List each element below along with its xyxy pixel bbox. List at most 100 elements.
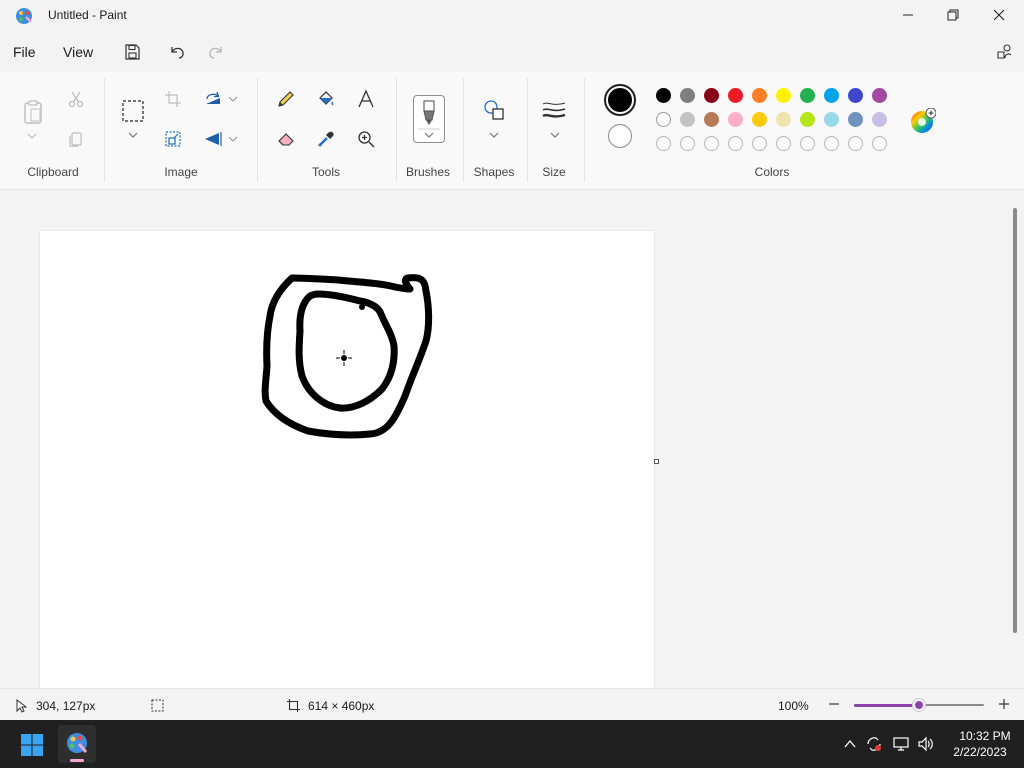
color-swatch[interactable] xyxy=(704,112,719,127)
menu-file[interactable]: File xyxy=(13,44,36,60)
window-title: Untitled - Paint xyxy=(48,8,127,22)
restore-icon xyxy=(947,9,959,21)
size-button[interactable] xyxy=(542,98,566,122)
color-swatch[interactable] xyxy=(776,88,791,103)
size-dropdown-icon[interactable] xyxy=(550,130,560,140)
undo-button[interactable] xyxy=(165,40,189,64)
crop-button[interactable] xyxy=(161,87,185,111)
save-button[interactable] xyxy=(120,40,144,64)
color-swatch[interactable] xyxy=(848,88,863,103)
custom-color-slot[interactable] xyxy=(824,136,839,151)
restore-button[interactable] xyxy=(930,0,976,30)
resize-icon xyxy=(165,131,181,147)
title-bar: Untitled - Paint xyxy=(0,0,1024,32)
shapes-button[interactable] xyxy=(482,98,506,122)
paste-button[interactable] xyxy=(20,98,46,126)
edit-colors-button[interactable] xyxy=(910,107,937,133)
zoom-slider-fill xyxy=(854,703,915,707)
color-swatch[interactable] xyxy=(704,88,719,103)
cut-icon xyxy=(68,91,84,108)
eraser-button[interactable] xyxy=(274,127,298,151)
color-swatch[interactable] xyxy=(800,88,815,103)
secondary-color-button[interactable] xyxy=(608,124,632,148)
cursor-position: 304, 127px xyxy=(36,699,96,713)
resize-button[interactable] xyxy=(161,127,185,151)
taskbar-date[interactable]: 2/22/2023 xyxy=(947,745,1013,759)
custom-color-slot[interactable] xyxy=(728,136,743,151)
color-swatch[interactable] xyxy=(824,88,839,103)
custom-color-slot[interactable] xyxy=(872,136,887,151)
custom-color-slot[interactable] xyxy=(656,136,671,151)
paste-icon xyxy=(24,100,42,124)
drawing-canvas[interactable] xyxy=(40,231,654,691)
color-swatch[interactable] xyxy=(872,112,887,127)
color-swatch[interactable] xyxy=(656,88,671,103)
color-swatch[interactable] xyxy=(848,112,863,127)
fill-button[interactable] xyxy=(314,87,338,111)
color-swatch[interactable] xyxy=(872,88,887,103)
canvas-workspace xyxy=(0,190,1024,691)
start-button[interactable] xyxy=(20,733,44,757)
paste-dropdown-icon[interactable] xyxy=(27,131,37,141)
close-button[interactable] xyxy=(976,0,1022,30)
taskbar-paint-button[interactable] xyxy=(58,725,96,763)
color-swatch[interactable] xyxy=(656,112,671,127)
color-swatch[interactable] xyxy=(680,88,695,103)
custom-color-slot[interactable] xyxy=(752,136,767,151)
custom-color-slot[interactable] xyxy=(704,136,719,151)
flip-button[interactable] xyxy=(201,127,225,151)
flip-icon xyxy=(205,132,222,146)
rotate-dropdown-icon[interactable] xyxy=(228,94,238,104)
pencil-icon xyxy=(278,91,294,107)
custom-color-slot[interactable] xyxy=(800,136,815,151)
volume-button[interactable] xyxy=(917,735,935,753)
text-button[interactable] xyxy=(354,87,378,111)
color-swatch[interactable] xyxy=(728,88,743,103)
copy-button[interactable] xyxy=(64,127,88,151)
account-button[interactable] xyxy=(992,40,1016,64)
custom-color-slot[interactable] xyxy=(680,136,695,151)
brushes-button[interactable] xyxy=(413,95,445,143)
shapes-dropdown-icon[interactable] xyxy=(489,130,499,140)
show-hidden-icons-button[interactable] xyxy=(843,737,857,751)
color-swatch[interactable] xyxy=(680,112,695,127)
zoom-slider-track[interactable] xyxy=(854,699,984,711)
menu-view[interactable]: View xyxy=(63,44,93,60)
canvas-resize-handle-right[interactable] xyxy=(654,459,659,464)
color-swatch[interactable] xyxy=(824,112,839,127)
ribbon-separator xyxy=(104,78,105,182)
canvas-drawing xyxy=(261,274,433,439)
active-app-indicator xyxy=(70,759,84,762)
plus-icon xyxy=(999,699,1009,709)
minimize-button[interactable] xyxy=(885,0,931,30)
color-swatch[interactable] xyxy=(776,112,791,127)
redo-button[interactable] xyxy=(204,40,228,64)
sync-status-button[interactable] xyxy=(865,735,883,753)
primary-color-button[interactable] xyxy=(604,84,636,116)
select-dropdown-icon[interactable] xyxy=(128,130,138,140)
text-icon xyxy=(358,89,374,108)
magnifier-button[interactable] xyxy=(354,127,378,151)
network-button[interactable] xyxy=(892,735,910,753)
color-swatch[interactable] xyxy=(752,88,767,103)
zoom-slider-thumb[interactable] xyxy=(913,699,925,711)
custom-color-slot[interactable] xyxy=(848,136,863,151)
fill-bucket-icon xyxy=(319,91,334,106)
flip-dropdown-icon[interactable] xyxy=(228,134,238,144)
pencil-button[interactable] xyxy=(274,87,298,111)
ribbon-separator xyxy=(584,78,585,182)
zoom-level: 100% xyxy=(778,699,809,713)
color-swatch[interactable] xyxy=(752,112,767,127)
custom-color-slot[interactable] xyxy=(776,136,791,151)
color-swatch[interactable] xyxy=(800,112,815,127)
cut-button[interactable] xyxy=(64,87,88,111)
vertical-scrollbar[interactable] xyxy=(1013,208,1017,633)
color-picker-button[interactable] xyxy=(314,127,338,151)
zoom-out-button[interactable] xyxy=(826,696,842,712)
taskbar-time[interactable]: 10:32 PM xyxy=(955,729,1015,743)
color-swatch[interactable] xyxy=(728,112,743,127)
zoom-in-button[interactable] xyxy=(996,696,1012,712)
color-wheel-icon xyxy=(911,107,937,133)
select-button[interactable] xyxy=(120,98,146,124)
rotate-button[interactable] xyxy=(201,87,225,111)
